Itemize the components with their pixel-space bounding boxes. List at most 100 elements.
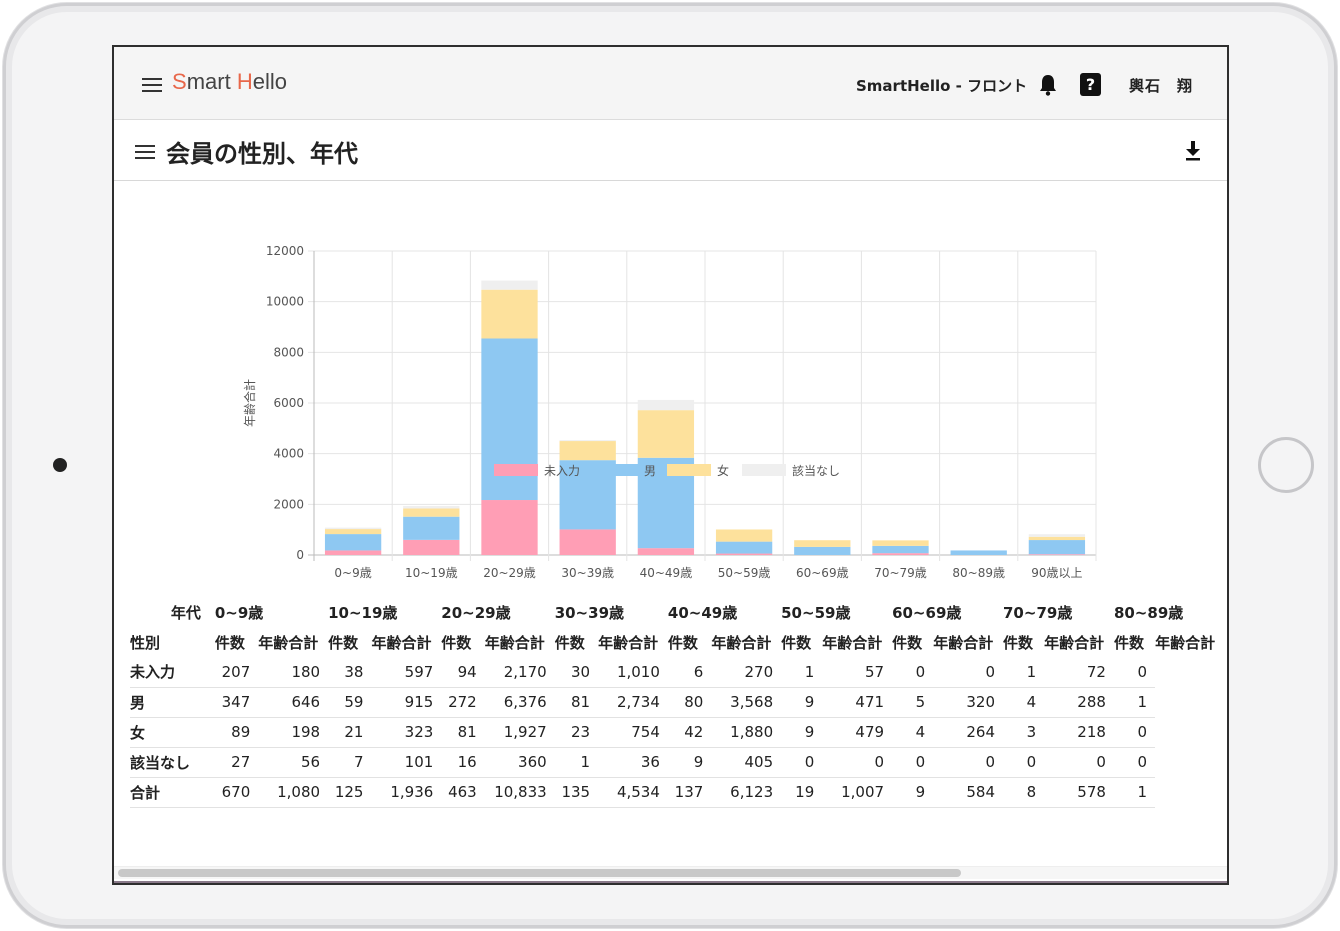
table-cell: 1 [1113,687,1156,718]
header-age-sum[interactable]: 年齢合計 [1044,627,1114,657]
bar-segment [481,280,538,290]
table-cell: 670 [214,777,259,808]
camera-dot [53,458,67,472]
table-cell: 463 [441,777,485,808]
header-age-sum[interactable]: 年齢合計 [711,627,781,657]
bar-segment [403,508,460,517]
table-cell: 0 [933,657,1003,688]
horizontal-scrollbar[interactable] [118,869,961,877]
bar-segment [324,529,382,535]
table-cell: 0 [1113,657,1156,688]
table-cell: 272 [441,687,485,718]
header-age-group[interactable]: 40~49歳 [668,597,781,627]
x-tick-label: 0~9歳 [334,566,371,580]
header-age-group[interactable]: 80~89歳 [1114,597,1225,627]
table-cell: 347 [214,687,259,718]
page-menu-icon[interactable] [135,145,155,161]
y-tick-label: 12000 [266,244,304,258]
header-age-sum[interactable]: 年齢合計 [485,627,555,657]
header-age-sum[interactable]: 年齢合計 [1155,627,1225,657]
table-row: 男 347 646 59 915 272 6,376 81 2,734 80 3,568 9 471 5 3… [130,687,1225,718]
bar-segment [1028,534,1086,537]
table-cell: 1,010 [598,657,668,688]
table-row: 女 89 198 21 323 81 1,927 23 754 42 1,880 9 479 4 264 3 2… [130,717,1225,748]
table-cell: 646 [258,687,329,718]
table-cell: 3 [1003,717,1045,748]
main-menu-icon[interactable] [142,78,162,94]
header-age-group[interactable]: 50~59歳 [781,597,892,627]
header-age-group[interactable]: 10~19歳 [328,597,441,627]
help-icon[interactable]: ? [1080,73,1101,96]
table-cell: 94 [441,657,485,688]
store-name[interactable]: SmartHello - フロント [856,75,1027,96]
table-cell: 0 [822,747,893,778]
table-cell: 288 [1044,687,1114,718]
table-cell: 1,080 [258,777,329,808]
table-cell: 1,936 [371,777,442,808]
header-age-group[interactable]: 0~9歳 [215,597,328,627]
bar-segment [324,534,382,551]
header-count[interactable]: 件数 [328,627,371,657]
table-cell: 218 [1044,717,1114,748]
bar-segment [559,529,616,555]
x-tick-label: 30~39歳 [561,566,614,580]
page-title: 会員の性別、年代 [166,140,358,168]
table-row: 合計 670 1,080 125 1,936 463 10,833 135 4,534 137 6,… [130,777,1225,808]
table-cell: 30 [554,657,599,688]
header-count[interactable]: 件数 [215,627,258,657]
header-count[interactable]: 件数 [668,627,711,657]
table-cell: 1 [1003,657,1045,688]
table-cell: 42 [667,717,712,748]
header-age-group[interactable]: 20~29歳 [441,597,554,627]
x-tick-label: 50~59歳 [718,566,771,580]
home-button[interactable] [1258,437,1314,493]
user-name[interactable]: 輿石 翔 [1129,75,1193,96]
table-cell: 27 [214,747,259,778]
header-age-group[interactable]: 70~79歳 [1003,597,1114,627]
table-cell: 0 [1113,717,1156,748]
bar-segment [872,553,929,555]
header-age-sum[interactable]: 年齢合計 [598,627,668,657]
y-tick-label: 8000 [273,345,304,359]
header-age-group[interactable]: 30~39歳 [555,597,668,627]
table-cell: 6,123 [711,777,782,808]
logo-part: S [172,69,187,94]
table-row: 未入力 207 180 38 597 94 2,170 30 1,010 6 270 1 57 0 0 1 72… [130,657,1225,688]
row-label: 未入力 [130,657,215,688]
table-cell: 2,170 [484,657,555,688]
header-count[interactable]: 件数 [892,627,933,657]
table-cell: 2,734 [598,687,668,718]
header-age-sum[interactable]: 年齢合計 [822,627,892,657]
bell-icon[interactable] [1038,74,1058,96]
bar-segment [637,410,695,458]
header-age-sum[interactable]: 年齢合計 [371,627,441,657]
bar-segment [637,399,695,411]
table-cell: 597 [371,657,442,688]
logo-part: H [236,69,253,94]
header-count[interactable]: 件数 [781,627,822,657]
header-age-group[interactable]: 60~69歳 [892,597,1003,627]
bar-segment [715,541,773,554]
app-logo[interactable]: Smart Hello [172,69,287,95]
download-icon[interactable] [1184,140,1202,162]
header-age-sum[interactable]: 年齢合計 [258,627,328,657]
bar-segment [715,553,773,555]
header-count[interactable]: 件数 [1114,627,1155,657]
table-cell: 1 [554,747,599,778]
table-cell: 3,568 [711,687,782,718]
table-cell: 1,927 [484,717,555,748]
x-tick-label: 10~19歳 [405,566,458,580]
chart-legend: 未入力 男 女 該当なし [494,463,840,478]
bar-segment [1028,554,1086,555]
legend-label: 未入力 [544,464,580,478]
table-cell: 9 [667,747,712,778]
header-count[interactable]: 件数 [1003,627,1044,657]
header-count[interactable]: 件数 [441,627,484,657]
table-cell: 101 [371,747,442,778]
table-cell: 323 [371,717,442,748]
header-count[interactable]: 件数 [555,627,598,657]
bar-segment [637,548,695,555]
table-cell: 0 [1113,747,1156,778]
table-cell: 479 [822,717,893,748]
header-age-sum[interactable]: 年齢合計 [933,627,1003,657]
